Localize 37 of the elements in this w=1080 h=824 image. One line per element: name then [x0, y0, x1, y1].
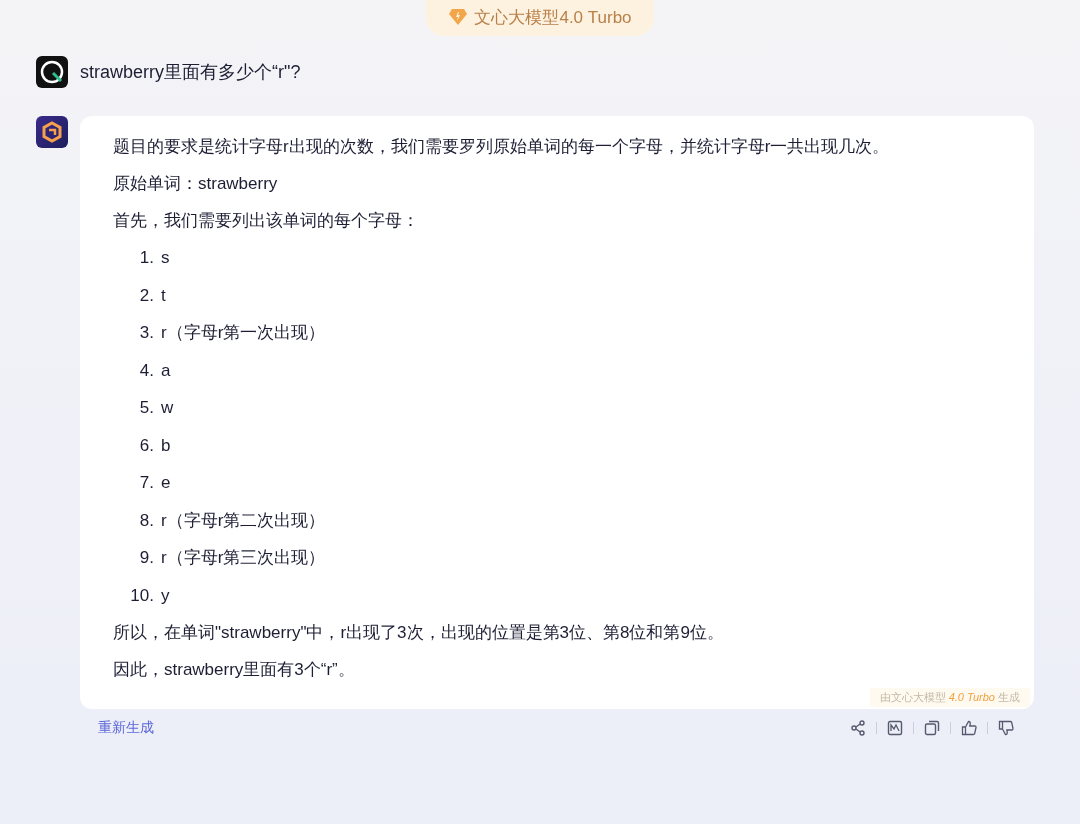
list-number: 4.: [138, 359, 154, 382]
user-message: strawberry里面有多少个“r"?: [80, 61, 301, 84]
user-avatar-icon: [36, 56, 68, 88]
list-number: 6.: [138, 434, 154, 457]
assistant-avatar-icon: [36, 116, 68, 148]
answer-paragraph: 因此，strawberry里面有3个“r”。: [113, 659, 356, 681]
list-item: b: [161, 434, 171, 457]
diamond-icon: [448, 8, 469, 26]
copy-icon[interactable]: [924, 720, 940, 736]
thumbs-up-icon[interactable]: [961, 720, 977, 736]
chart-image-icon[interactable]: [887, 720, 903, 736]
list-item: a: [161, 359, 171, 382]
list-number: 5.: [138, 397, 154, 419]
list-item: r（字母r第三次出现）: [161, 547, 326, 569]
list-number: 1.: [138, 247, 154, 269]
answer-paragraph: 题目的要求是统计字母r出现的次数，我们需要罗列原始单词的每一个字母，并统计字母r一共出现几次。: [113, 136, 891, 158]
list-item: e: [161, 472, 171, 494]
list-number: 9.: [138, 547, 154, 569]
regenerate-link[interactable]: 重新生成: [98, 719, 154, 737]
list-number: 10.: [129, 584, 154, 607]
list-number: 8.: [138, 509, 154, 532]
list-item: y: [161, 584, 170, 607]
answer-paragraph: 所以，在单词"strawberry"中，r出现了3次，出现的位置是第3位、第8位和第9位。: [113, 622, 725, 644]
share-icon[interactable]: [850, 720, 866, 736]
answer-paragraph: 原始单词：strawberry: [113, 173, 279, 195]
list-item: w: [161, 397, 174, 419]
list-item: r（字母r第一次出现）: [161, 322, 326, 344]
answer-paragraph: 首先，我们需要列出该单词的每个字母：: [113, 210, 420, 232]
generated-note: 由文心大模型 4.0 Turbo 生成: [869, 688, 1030, 707]
list-number: 3.: [138, 322, 154, 344]
list-item: s: [161, 247, 170, 269]
list-number: 2.: [138, 284, 154, 307]
list-item: t: [161, 284, 166, 307]
list-number: 7.: [138, 472, 154, 494]
model-badge[interactable]: 文心大模型4.0 Turbo: [426, 0, 654, 36]
list-item: r（字母r第二次出现）: [161, 509, 326, 532]
thumbs-down-icon[interactable]: [998, 720, 1014, 736]
